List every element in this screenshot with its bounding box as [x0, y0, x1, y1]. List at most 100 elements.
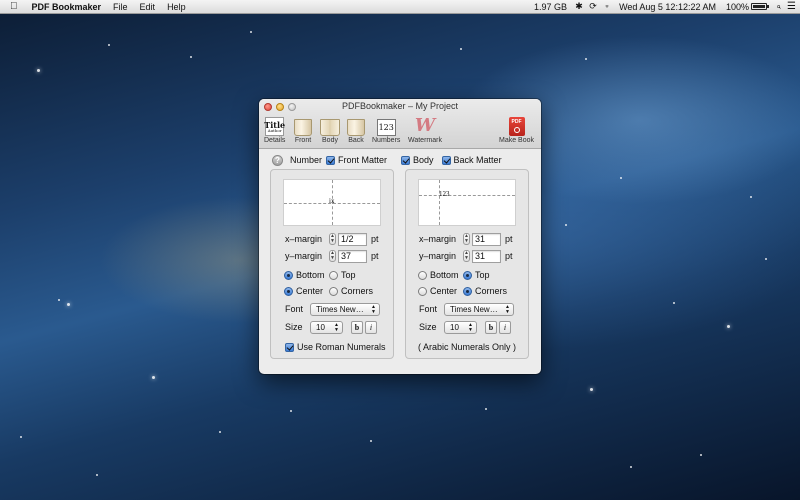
y-margin-row: y–margin ▲ ▼ 31 pt	[406, 249, 528, 263]
front-matter-panel: ix x–margin ▲ ▼ 1/2 pt y–margin ▲ ▼ 37 pt …	[270, 169, 394, 359]
x-margin-label: x–margin	[285, 234, 323, 244]
star	[673, 302, 675, 304]
menu-bar:  PDF Bookmaker File Edit Help 1.97 GB ✱…	[0, 0, 800, 14]
preview-page-number: 123	[439, 190, 450, 198]
spotlight-search-icon[interactable]	[772, 2, 786, 12]
y-margin-row: y–margin ▲ ▼ 37 pt	[271, 249, 393, 263]
y-margin-field[interactable]: 37	[338, 249, 367, 263]
star	[96, 474, 98, 476]
y-margin-stepper[interactable]: ▲ ▼	[329, 250, 336, 262]
y-margin-field[interactable]: 31	[472, 249, 501, 263]
menu-file[interactable]: File	[107, 2, 134, 12]
x-margin-unit: pt	[371, 234, 379, 244]
font-value: Times New…	[316, 304, 364, 314]
top-label[interactable]: Top	[341, 270, 356, 280]
front-matter-checkbox[interactable]	[326, 155, 336, 165]
bold-button[interactable]: b	[485, 320, 497, 334]
body-label[interactable]: Body	[413, 155, 434, 165]
corners-radio[interactable]	[463, 286, 472, 296]
bold-button[interactable]: b	[351, 320, 363, 334]
back-page-preview: 123	[418, 179, 516, 226]
chevron-updown-icon: ▲ ▼	[334, 321, 339, 333]
wifi-icon[interactable]	[600, 2, 614, 12]
apple-menu-icon[interactable]: 	[0, 1, 26, 12]
battery-status[interactable]: 100%	[721, 2, 772, 12]
corners-label[interactable]: Corners	[341, 286, 373, 296]
bottom-label[interactable]: Bottom	[296, 270, 329, 280]
chevron-updown-icon: ▲ ▼	[371, 303, 376, 315]
top-label[interactable]: Top	[475, 270, 490, 280]
size-popup[interactable]: 10 ▲ ▼	[310, 320, 343, 334]
notification-center-icon[interactable]: ☰	[786, 1, 800, 12]
menu-edit[interactable]: Edit	[134, 2, 162, 12]
front-page-preview: ix	[283, 179, 381, 226]
toolbar-make-book-button[interactable]: PDF Make Book	[499, 116, 534, 144]
star	[585, 58, 587, 60]
preview-guide-horizontal	[419, 195, 515, 196]
number-label: Number	[290, 155, 323, 165]
bottom-label[interactable]: Bottom	[430, 270, 463, 280]
star	[152, 376, 155, 379]
preview-guide-vertical	[439, 180, 440, 225]
battery-percent: 100%	[725, 1, 749, 12]
back-matter-label[interactable]: Back Matter	[454, 155, 502, 165]
center-radio[interactable]	[284, 286, 293, 296]
font-popup[interactable]: Times New… ▲ ▼	[310, 302, 380, 316]
number-options-row: ? Number Front Matter Body Back Matter	[269, 153, 533, 167]
y-margin-stepper[interactable]: ▲ ▼	[463, 250, 470, 262]
toolbar-watermark-button[interactable]: W Watermark	[408, 116, 442, 145]
title-page-icon-author: Author	[267, 127, 282, 133]
x-margin-label: x–margin	[419, 234, 457, 244]
star	[250, 31, 252, 33]
toolbar-numbers-button[interactable]: 123 Numbers	[372, 116, 400, 144]
roman-numerals-checkbox[interactable]	[285, 342, 294, 352]
bottom-radio[interactable]	[284, 270, 293, 280]
x-margin-row: x–margin ▲ ▼ 31 pt	[406, 232, 528, 246]
center-label[interactable]: Center	[296, 286, 329, 296]
x-margin-field[interactable]: 31	[472, 232, 501, 246]
roman-numerals-label[interactable]: Use Roman Numerals	[297, 342, 386, 352]
star	[727, 325, 730, 328]
size-value: 10	[450, 322, 459, 332]
menu-app-name[interactable]: PDF Bookmaker	[26, 2, 108, 12]
size-row: Size 10 ▲ ▼ b i	[271, 320, 393, 334]
font-label: Font	[285, 304, 304, 314]
bottom-radio[interactable]	[418, 270, 427, 280]
x-margin-stepper[interactable]: ▲ ▼	[329, 233, 336, 245]
horizontal-position-row: Center Corners	[271, 284, 393, 298]
toolbar-back-button[interactable]: Back	[347, 116, 365, 144]
toolbar-details-button[interactable]: Title Author Details	[264, 116, 285, 144]
star	[750, 196, 752, 198]
menu-clock[interactable]: Wed Aug 5 12:12:22 AM	[614, 2, 721, 12]
y-margin-label: y–margin	[419, 251, 457, 261]
body-checkbox[interactable]	[401, 155, 411, 165]
center-label[interactable]: Center	[430, 286, 463, 296]
top-radio[interactable]	[463, 270, 472, 280]
chevron-updown-icon: ▲ ▼	[468, 321, 473, 333]
toolbar-body-button[interactable]: Body	[320, 116, 340, 144]
italic-button[interactable]: i	[365, 320, 377, 334]
x-margin-stepper[interactable]: ▲ ▼	[463, 233, 470, 245]
toolbar-front-button[interactable]: Front	[294, 116, 312, 144]
font-popup[interactable]: Times New… ▲ ▼	[444, 302, 514, 316]
y-margin-unit: pt	[505, 251, 513, 261]
back-matter-checkbox[interactable]	[441, 155, 451, 165]
corners-label[interactable]: Corners	[475, 286, 507, 296]
window-titlebar: PDFBookmaker – My Project Title Author De…	[259, 99, 541, 149]
menu-help[interactable]: Help	[161, 2, 192, 12]
size-popup[interactable]: 10 ▲ ▼	[444, 320, 477, 334]
memory-status[interactable]: 1.97 GB	[529, 2, 572, 12]
star	[620, 177, 622, 179]
star	[460, 48, 462, 50]
help-icon[interactable]: ?	[272, 154, 283, 166]
italic-button[interactable]: i	[499, 320, 511, 334]
bluetooth-icon[interactable]: ✱	[572, 1, 586, 12]
star	[190, 56, 192, 58]
center-radio[interactable]	[418, 286, 427, 296]
corners-radio[interactable]	[329, 286, 338, 296]
x-margin-field[interactable]: 1/2	[338, 232, 367, 246]
battery-icon	[751, 3, 769, 10]
front-matter-label[interactable]: Front Matter	[338, 155, 387, 165]
time-machine-icon[interactable]: ⟳	[586, 1, 600, 12]
top-radio[interactable]	[329, 270, 338, 280]
